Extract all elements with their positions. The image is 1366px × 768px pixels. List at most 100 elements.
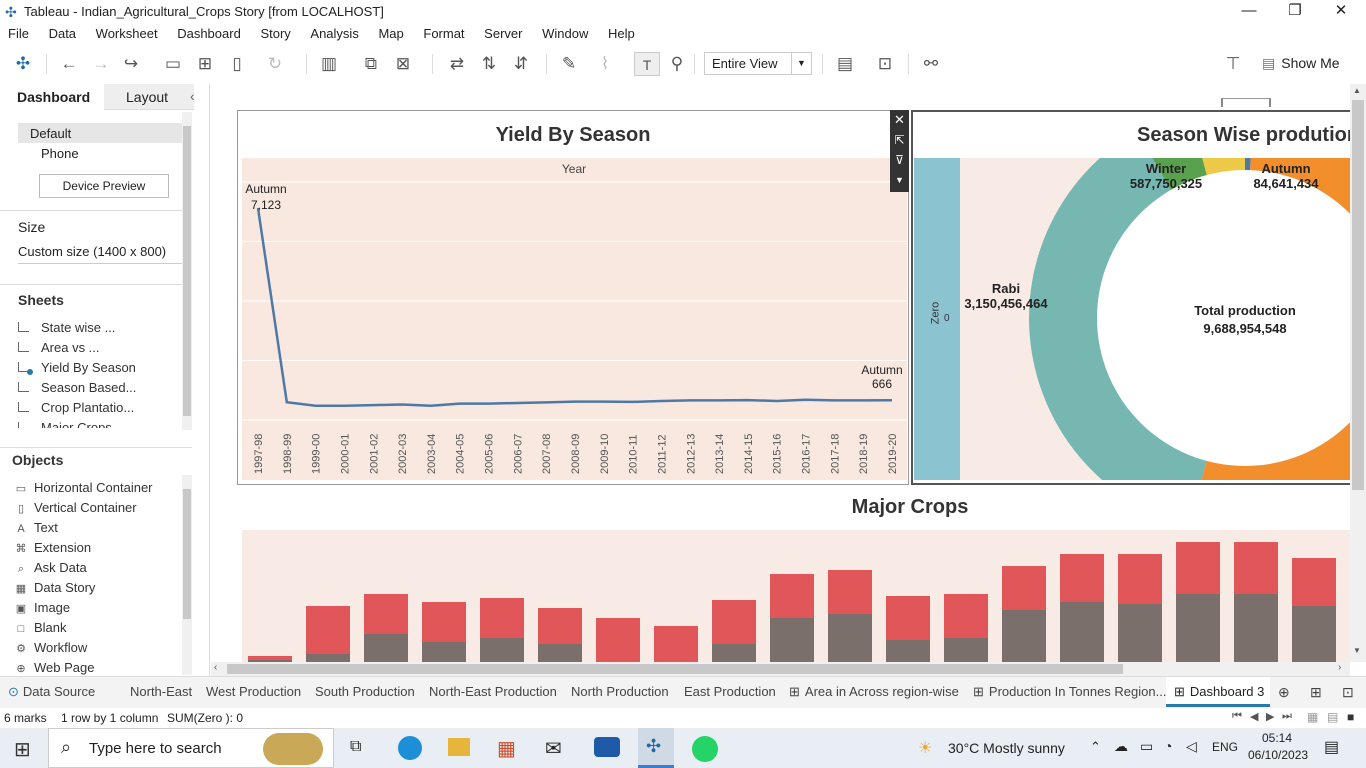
menu-map[interactable]: Map <box>378 24 403 44</box>
sheet-item[interactable]: Yield By Season <box>18 360 190 380</box>
major-crops-bar-lower[interactable] <box>828 614 872 662</box>
menu-server[interactable]: Server <box>484 24 522 44</box>
major-crops-bar-lower[interactable] <box>364 634 408 662</box>
scroll-up-icon[interactable]: ▲ <box>1353 86 1361 95</box>
menu-file[interactable]: File <box>8 24 29 44</box>
major-crops-bar-chart[interactable] <box>242 530 1350 662</box>
device-phone[interactable]: Phone <box>41 146 79 161</box>
task-view-icon[interactable]: ⧉ <box>350 738 361 756</box>
tab-south-production[interactable]: South Production <box>315 684 415 699</box>
object-data-story[interactable]: ▦ Data Story <box>14 580 184 600</box>
new-worksheet-icon[interactable]: ▥ <box>316 52 342 76</box>
object-web-page[interactable]: ⊕ Web Page <box>14 660 184 676</box>
redo-icon[interactable]: → <box>88 52 114 76</box>
tab-dashboard-3[interactable]: ⊞ Dashboard 3 <box>1166 677 1270 707</box>
tab-dashboard[interactable]: Dashboard <box>0 84 104 111</box>
refresh-icon[interactable]: ↻ <box>262 52 288 76</box>
major-crops-bar-lower[interactable] <box>306 654 350 662</box>
filmstrip-view-icon[interactable]: ▤ <box>1327 710 1338 724</box>
attach-icon[interactable]: ⌇ <box>592 52 618 76</box>
object-image[interactable]: ▣ Image <box>14 600 184 620</box>
objects-scrollbar[interactable] <box>182 475 192 675</box>
tab-layout[interactable]: Layout <box>104 84 194 110</box>
device-preview-button[interactable]: Device Preview <box>39 174 169 198</box>
major-crops-bar-lower[interactable] <box>538 644 582 662</box>
sort-ascending-icon[interactable]: ⇅ <box>476 52 502 76</box>
tab-area-across-region[interactable]: ⊞ Area in Across region-wise <box>789 684 959 700</box>
duplicate-sheet-icon[interactable]: ⧉ <box>358 52 384 76</box>
major-crops-bar-upper[interactable] <box>828 570 872 614</box>
major-crops-bar-upper[interactable] <box>654 626 698 662</box>
fit-select[interactable]: Entire View ▼ <box>704 52 812 75</box>
minimize-button[interactable]: — <box>1226 0 1272 24</box>
object-text[interactable]: A Text <box>14 520 184 540</box>
major-crops-bar-upper[interactable] <box>1060 554 1104 602</box>
scroll-down-icon[interactable]: ▼ <box>1353 646 1361 655</box>
major-crops-bar-lower[interactable] <box>944 638 988 662</box>
clock-time[interactable]: 05:14 <box>1262 731 1292 745</box>
major-crops-bar-lower[interactable] <box>422 642 466 662</box>
undo-icon[interactable]: ← <box>56 52 82 76</box>
major-crops-bar-upper[interactable] <box>364 594 408 634</box>
tab-north-east-production[interactable]: North-East Production <box>429 684 557 699</box>
grid-view-icon[interactable]: ▦ <box>1307 710 1318 724</box>
major-crops-bar-upper[interactable] <box>1292 558 1336 606</box>
major-crops-bar-upper[interactable] <box>480 598 524 638</box>
scroll-right-icon[interactable]: › <box>1338 662 1341 673</box>
major-crops-bar-upper[interactable] <box>886 596 930 640</box>
horizontal-scroll-thumb[interactable] <box>227 664 1123 674</box>
object-blank[interactable]: □ Blank <box>14 620 184 640</box>
major-crops-bar-upper[interactable] <box>944 594 988 638</box>
sheet-item[interactable]: Area vs ... <box>18 340 190 360</box>
major-crops-bar-lower[interactable] <box>712 644 756 662</box>
major-crops-bar-lower[interactable] <box>1002 610 1046 662</box>
whatsapp-icon[interactable] <box>692 736 718 762</box>
tray-expand-icon[interactable]: ⌃ <box>1090 739 1101 755</box>
major-crops-bar-lower[interactable] <box>770 618 814 662</box>
major-crops-bar-upper[interactable] <box>538 608 582 644</box>
canvas-vertical-scrollbar[interactable]: ▲ ▼ <box>1350 84 1366 662</box>
menu-dashboard[interactable]: Dashboard <box>177 24 241 44</box>
sheets-scrollbar[interactable] <box>182 112 192 430</box>
prev-page-icon[interactable]: ◀ <box>1250 710 1258 723</box>
notifications-icon[interactable]: ▤ <box>1324 737 1339 757</box>
drag-handle-icon[interactable] <box>1221 98 1271 107</box>
language-indicator[interactable]: ENG <box>1212 740 1238 754</box>
major-crops-bar-upper[interactable] <box>1176 542 1220 594</box>
remove-icon[interactable]: ✕ <box>890 110 909 130</box>
new-story-tab-icon[interactable]: ⊡ <box>1342 684 1354 701</box>
object-vertical-container[interactable]: ▯ Vertical Container <box>14 500 184 520</box>
filter-icon[interactable]: ⊽ <box>890 150 909 170</box>
last-page-icon[interactable]: ⏭ <box>1282 710 1292 723</box>
new-data-source-icon[interactable]: ⊞ <box>192 52 218 76</box>
clear-sheet-icon[interactable]: ⊠ <box>390 52 416 76</box>
sheet-item[interactable]: State wise ... <box>18 320 190 340</box>
menu-data[interactable]: Data <box>49 24 76 44</box>
scroll-left-icon[interactable]: ‹ <box>214 662 217 673</box>
tableau-taskbar-icon[interactable]: ✣ <box>638 728 674 768</box>
object-ask-data[interactable]: ⌕ Ask Data <box>14 560 184 580</box>
store-icon[interactable]: ▦ <box>497 736 516 761</box>
mail-icon[interactable]: ✉ <box>545 736 562 761</box>
edge-browser-icon[interactable] <box>398 736 422 760</box>
collapse-panel-icon[interactable]: ‹ <box>190 88 195 104</box>
battery-icon[interactable]: ▭ <box>1140 738 1153 755</box>
major-crops-bar-upper[interactable] <box>1118 554 1162 604</box>
size-select[interactable]: Custom size (1400 x 800) ▼ <box>18 244 191 264</box>
tab-data-source[interactable]: ⊙ Data Source <box>8 684 95 700</box>
major-crops-bar-lower[interactable] <box>1234 594 1278 662</box>
menu-window[interactable]: Window <box>542 24 588 44</box>
object-horizontal-container[interactable]: ▭ Horizontal Container <box>14 480 184 500</box>
restore-button[interactable]: ❐ <box>1272 0 1318 24</box>
major-crops-bar-upper[interactable] <box>770 574 814 618</box>
menu-story[interactable]: Story <box>260 24 290 44</box>
menu-format[interactable]: Format <box>423 24 464 44</box>
next-page-icon[interactable]: ▶ <box>1266 710 1274 723</box>
pause-updates-icon[interactable]: ▯ <box>224 52 250 76</box>
yield-line-chart[interactable]: Year 1997-98 1998-99 1999-00 2000-01 2001-02… <box>242 158 907 480</box>
menu-worksheet[interactable]: Worksheet <box>96 24 158 44</box>
vertical-scroll-thumb[interactable] <box>1352 100 1364 490</box>
highlight-icon[interactable]: ✎ <box>556 52 582 76</box>
new-worksheet-tab-icon[interactable]: ⊕ <box>1278 684 1290 701</box>
major-crops-bar-lower[interactable] <box>1060 602 1104 662</box>
